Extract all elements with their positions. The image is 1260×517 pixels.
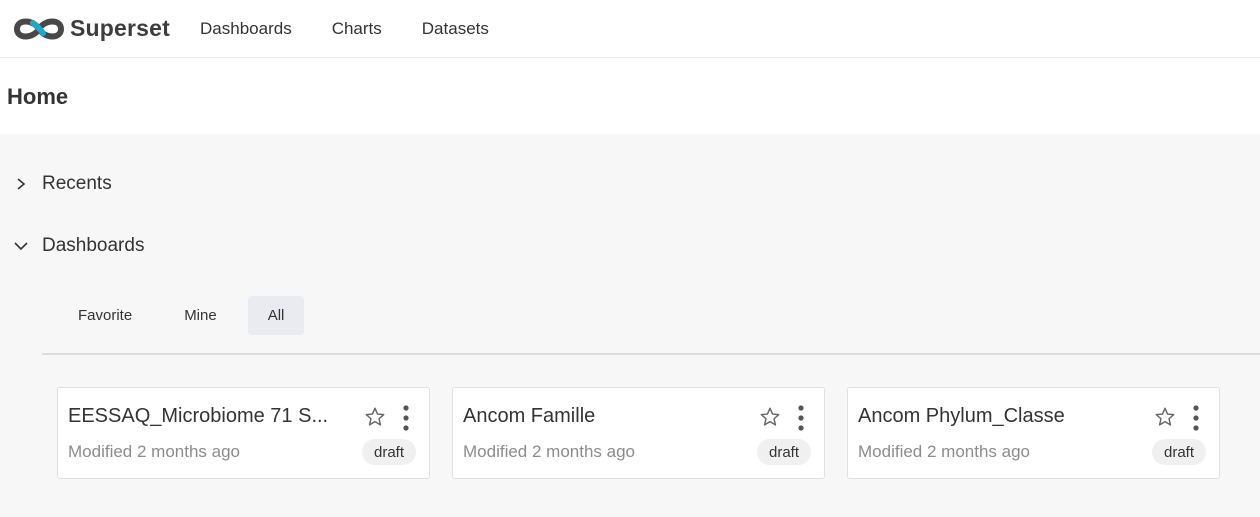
nav-charts[interactable]: Charts [332,19,382,39]
brand-name: Superset [70,15,171,41]
star-icon[interactable] [364,406,386,428]
star-icon[interactable] [759,406,781,428]
tab-mine[interactable]: Mine [163,296,238,335]
dashboard-card[interactable]: Ancom Phylum_Classe Modified 2 months ag… [847,387,1220,479]
card-title[interactable]: EESSAQ_Microbiome 71 S... [68,405,338,428]
card-modified: Modified 2 months ago [68,442,240,461]
chevron-right-icon [17,178,26,190]
page-header: Home [0,58,1260,134]
tab-favorite[interactable]: Favorite [57,296,153,335]
card-title[interactable]: Ancom Famille [463,405,733,428]
card-modified: Modified 2 months ago [463,442,635,461]
nav-datasets[interactable]: Datasets [422,19,489,39]
card-title[interactable]: Ancom Phylum_Classe [858,405,1128,428]
star-icon[interactable] [1154,406,1176,428]
superset-logo-icon [14,18,64,39]
card-modified: Modified 2 months ago [858,442,1030,461]
status-badge: draft [362,439,417,465]
brand-logo[interactable]: Superset [11,0,170,57]
status-badge: draft [1152,439,1207,465]
dashboard-card[interactable]: Ancom Famille Modified 2 months ago draf… [452,387,825,479]
section-recents-label: Recents [42,173,112,194]
chevron-down-icon [14,242,28,251]
dashboard-filter-tabs: Favorite Mine All [57,296,314,335]
section-dashboards-label: Dashboards [42,235,145,256]
page-title: Home [7,84,69,109]
status-badge: draft [757,439,812,465]
section-recents-toggle[interactable]: Recents [14,173,112,195]
tabs-divider [42,353,1260,355]
dashboard-card[interactable]: EESSAQ_Microbiome 71 S... Modified 2 mon… [57,387,430,479]
top-navbar: Superset Dashboards Charts Datasets [0,0,1260,58]
more-options-icon[interactable] [400,405,412,431]
more-options-icon[interactable] [1190,405,1202,431]
more-options-icon[interactable] [795,405,807,431]
tab-all[interactable]: All [247,296,305,335]
section-dashboards-toggle[interactable]: Dashboards [14,235,144,257]
nav-dashboards[interactable]: Dashboards [200,19,292,39]
